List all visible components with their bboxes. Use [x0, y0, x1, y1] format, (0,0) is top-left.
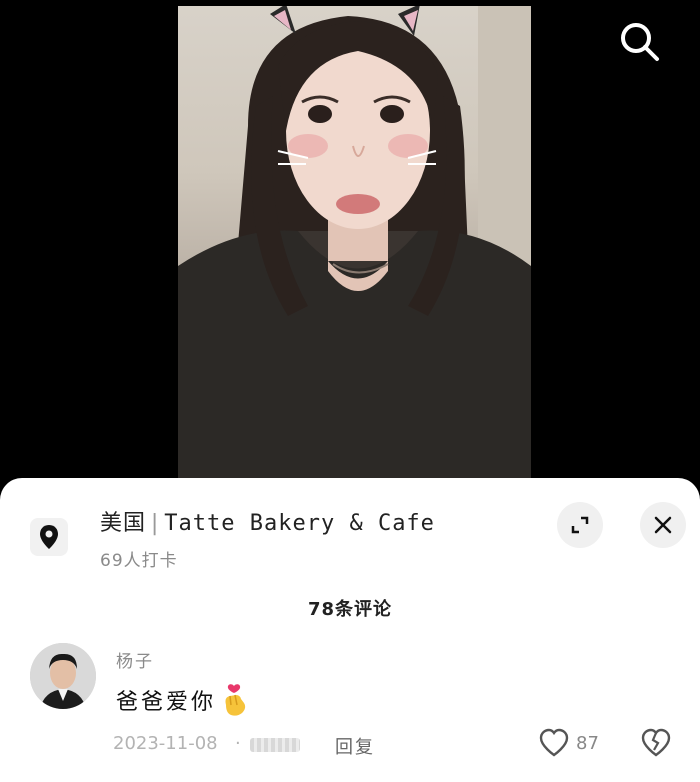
comment-text: 爸爸爱你	[116, 690, 217, 715]
like-count: 87	[576, 732, 599, 754]
search-icon	[621, 23, 659, 61]
comments-count-title: 78条评论	[307, 599, 393, 620]
video-area[interactable]	[0, 0, 700, 480]
location-pin-icon	[30, 518, 68, 556]
location-title[interactable]: 美国|Tatte Bakery & Cafe	[100, 505, 435, 537]
avatar[interactable]	[30, 643, 96, 709]
meta-separator: ·	[235, 733, 241, 754]
finger-heart-emoji	[225, 684, 246, 716]
heart-icon	[539, 728, 569, 757]
comment-username[interactable]: 杨子	[116, 647, 154, 672]
obscured-text	[250, 738, 300, 752]
reply-button[interactable]: 回复	[335, 733, 375, 759]
video-frame[interactable]	[178, 6, 531, 480]
search-button[interactable]	[614, 16, 666, 68]
expand-icon	[571, 516, 589, 534]
close-button[interactable]	[640, 502, 686, 548]
location-place: Tatte Bakery & Cafe	[164, 511, 435, 536]
close-icon	[654, 516, 672, 534]
like-button[interactable]: 87	[538, 728, 599, 758]
comment-body: 爸爸爱你	[116, 683, 248, 717]
checkin-count: 69人打卡	[100, 551, 178, 571]
dislike-button[interactable]	[640, 728, 672, 762]
location-country: 美国	[100, 511, 147, 536]
comment-date: 2023-11-08	[113, 733, 218, 754]
expand-button[interactable]	[557, 502, 603, 548]
broken-heart-icon	[641, 728, 671, 757]
location-separator: |	[148, 511, 163, 536]
portrait-photo	[178, 6, 531, 480]
